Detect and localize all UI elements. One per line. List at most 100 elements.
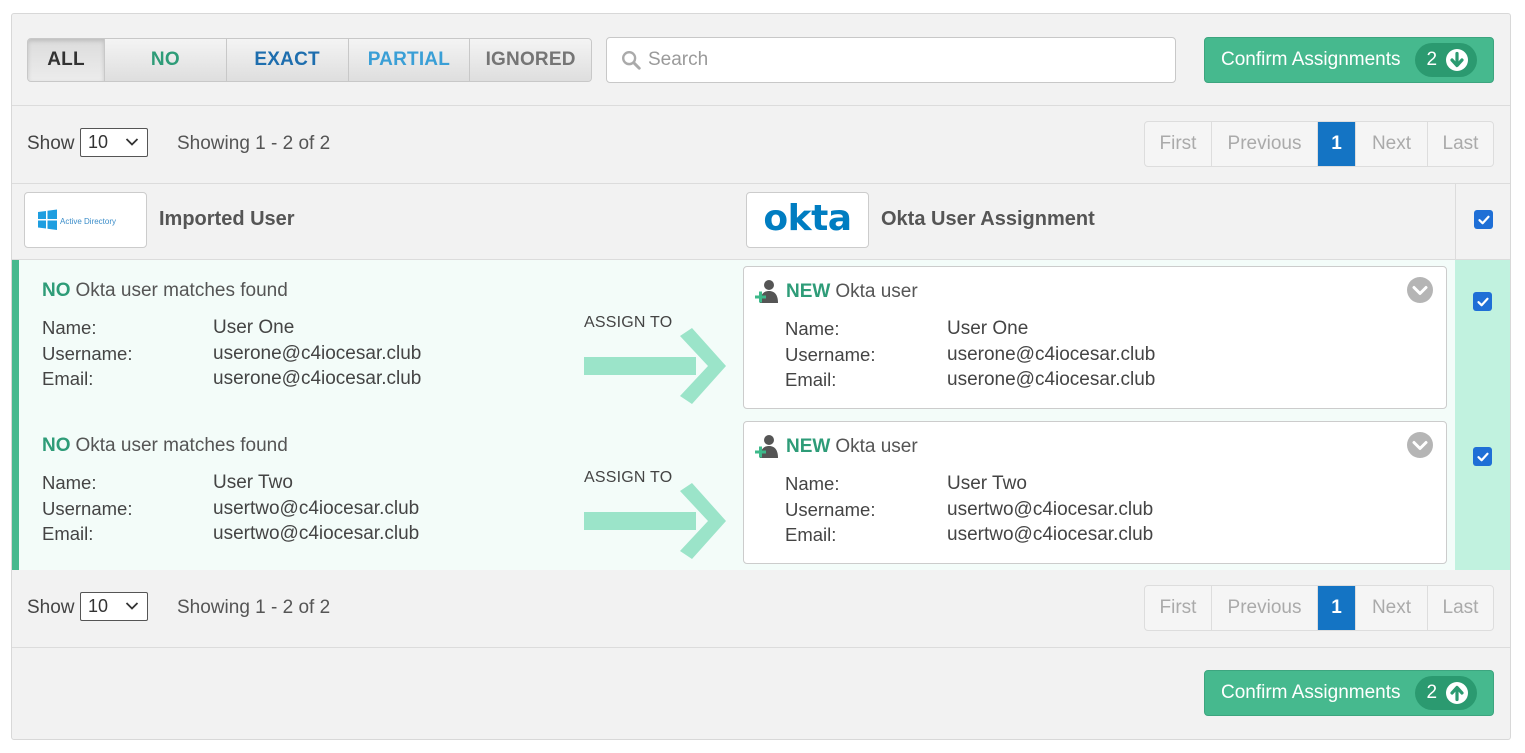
okta-name-label: Name: <box>785 473 840 494</box>
filter-exact-button[interactable]: EXACT <box>226 39 349 81</box>
select-all-checkbox[interactable] <box>1474 210 1493 229</box>
table-header: Active Directory Imported User okta Okta… <box>12 184 1510 260</box>
checkmark-icon <box>1476 452 1489 461</box>
checkmark-icon <box>1477 215 1490 224</box>
page-size-value: 10 <box>88 132 109 152</box>
pagination: First Previous 1 Next Last <box>1144 121 1494 167</box>
confirm-assignments-label: Confirm Assignments <box>1221 49 1401 70</box>
imported-email: userone@c4iocesar.club <box>213 368 422 389</box>
row-checkbox[interactable] <box>1473 447 1492 466</box>
chevron-down-circle-icon[interactable] <box>1406 276 1434 304</box>
okta-email: userone@c4iocesar.club <box>947 369 1156 390</box>
okta-card-title-text: Okta user <box>835 436 918 457</box>
pager-bar-top: Show 10 Showing 1 - 2 of 2 First Previou… <box>12 106 1510 184</box>
filter-button-group: ALL NO EXACT PARTIAL IGNORED <box>27 38 592 82</box>
table-row: NO Okta user matches found Name: User One… <box>12 260 1510 415</box>
new-badge: NEW <box>786 281 831 302</box>
page-size-select[interactable]: 10 <box>80 128 148 157</box>
search-input[interactable] <box>648 49 1148 71</box>
page-size-select[interactable]: 10 <box>80 592 148 621</box>
okta-email-label: Email: <box>785 369 837 390</box>
imported-name: User Two <box>213 472 293 493</box>
confirm-count-badge: 2 <box>1414 676 1477 710</box>
match-status: NO Okta user matches found <box>42 435 288 457</box>
arrow-down-circle-icon <box>1446 49 1469 71</box>
confirm-count: 2 <box>1426 682 1438 703</box>
filter-all-button[interactable]: ALL <box>28 39 105 81</box>
okta-username: usertwo@c4iocesar.club <box>947 499 1154 520</box>
page-last-button[interactable]: Last <box>1428 586 1493 630</box>
match-status-text: Okta user matches found <box>75 280 288 301</box>
chevron-down-icon <box>125 602 139 610</box>
name-label: Name: <box>42 317 97 338</box>
page-previous-button[interactable]: Previous <box>1212 586 1318 630</box>
match-status: NO Okta user matches found <box>42 280 288 302</box>
arrow-up-circle-icon <box>1446 682 1469 704</box>
windows-logo-icon: Active Directory <box>37 209 116 230</box>
page-last-button[interactable]: Last <box>1428 122 1493 166</box>
username-label: Username: <box>42 498 133 519</box>
okta-logo: okta <box>746 192 869 248</box>
confirm-assignments-label: Confirm Assignments <box>1221 682 1401 703</box>
pagination: First Previous 1 Next Last <box>1144 585 1494 631</box>
imported-username: usertwo@c4iocesar.club <box>213 498 420 519</box>
okta-assignment-card: NEW Okta user Name: User One Username: us… <box>743 266 1447 409</box>
page-size-value: 10 <box>88 596 109 616</box>
okta-card-title: NEW Okta user <box>786 436 918 458</box>
okta-card-title: NEW Okta user <box>786 281 918 303</box>
filter-partial-button[interactable]: PARTIAL <box>348 39 471 81</box>
imported-user-heading: Imported User <box>159 208 295 230</box>
okta-name: User Two <box>947 473 1027 494</box>
confirm-assignments-button-bottom[interactable]: Confirm Assignments 2 <box>1204 670 1494 716</box>
confirm-count-badge: 2 <box>1414 43 1477 77</box>
okta-assignment-card: NEW Okta user Name: User Two Username: us… <box>743 421 1447 564</box>
page-first-button[interactable]: First <box>1145 122 1212 166</box>
page-first-button[interactable]: First <box>1145 586 1212 630</box>
username-label: Username: <box>42 343 133 364</box>
select-all-cell <box>1455 184 1510 259</box>
okta-username-label: Username: <box>785 499 876 520</box>
arrow-right-icon <box>584 328 726 404</box>
okta-name-label: Name: <box>785 318 840 339</box>
page-number-button[interactable]: 1 <box>1318 122 1356 166</box>
okta-card-title-text: Okta user <box>835 281 918 302</box>
okta-name: User One <box>947 318 1029 339</box>
email-label: Email: <box>42 368 94 389</box>
table-row: NO Okta user matches found Name: User Two… <box>12 415 1510 570</box>
new-badge: NEW <box>786 436 831 457</box>
okta-logo-text: okta <box>763 197 852 239</box>
confirm-count: 2 <box>1426 49 1438 70</box>
chevron-down-circle-icon[interactable] <box>1406 431 1434 459</box>
showing-count-text: Showing 1 - 2 of 2 <box>177 133 331 154</box>
add-user-icon <box>755 435 778 458</box>
match-status-no: NO <box>42 435 71 456</box>
search-box <box>606 37 1176 83</box>
search-icon <box>622 51 641 70</box>
imported-email: usertwo@c4iocesar.club <box>213 523 420 544</box>
imported-name: User One <box>213 317 295 338</box>
page-number-button[interactable]: 1 <box>1318 586 1356 630</box>
show-label: Show <box>27 133 75 154</box>
confirm-assignments-button[interactable]: Confirm Assignments 2 <box>1204 37 1494 83</box>
okta-username-label: Username: <box>785 344 876 365</box>
chevron-down-icon <box>125 138 139 146</box>
page-previous-button[interactable]: Previous <box>1212 122 1318 166</box>
row-checkbox[interactable] <box>1473 292 1492 311</box>
showing-count-text: Showing 1 - 2 of 2 <box>177 597 331 618</box>
okta-email: usertwo@c4iocesar.club <box>947 524 1154 545</box>
okta-user-assignment-heading: Okta User Assignment <box>881 208 1095 230</box>
filter-no-button[interactable]: NO <box>105 39 227 81</box>
pager-bar-bottom: Show 10 Showing 1 - 2 of 2 First Previou… <box>12 570 1510 648</box>
name-label: Name: <box>42 472 97 493</box>
filter-ignored-button[interactable]: IGNORED <box>470 39 591 81</box>
match-status-text: Okta user matches found <box>75 435 288 456</box>
email-label: Email: <box>42 523 94 544</box>
page-next-button[interactable]: Next <box>1356 122 1428 166</box>
active-directory-logo: Active Directory <box>24 192 147 248</box>
assignment-panel: ALL NO EXACT PARTIAL IGNORED Confirm Ass… <box>11 13 1511 740</box>
user-rows: NO Okta user matches found Name: User One… <box>12 260 1510 570</box>
toolbar: ALL NO EXACT PARTIAL IGNORED Confirm Ass… <box>12 14 1510 106</box>
add-user-icon <box>755 280 778 303</box>
imported-username: userone@c4iocesar.club <box>213 343 422 364</box>
page-next-button[interactable]: Next <box>1356 586 1428 630</box>
